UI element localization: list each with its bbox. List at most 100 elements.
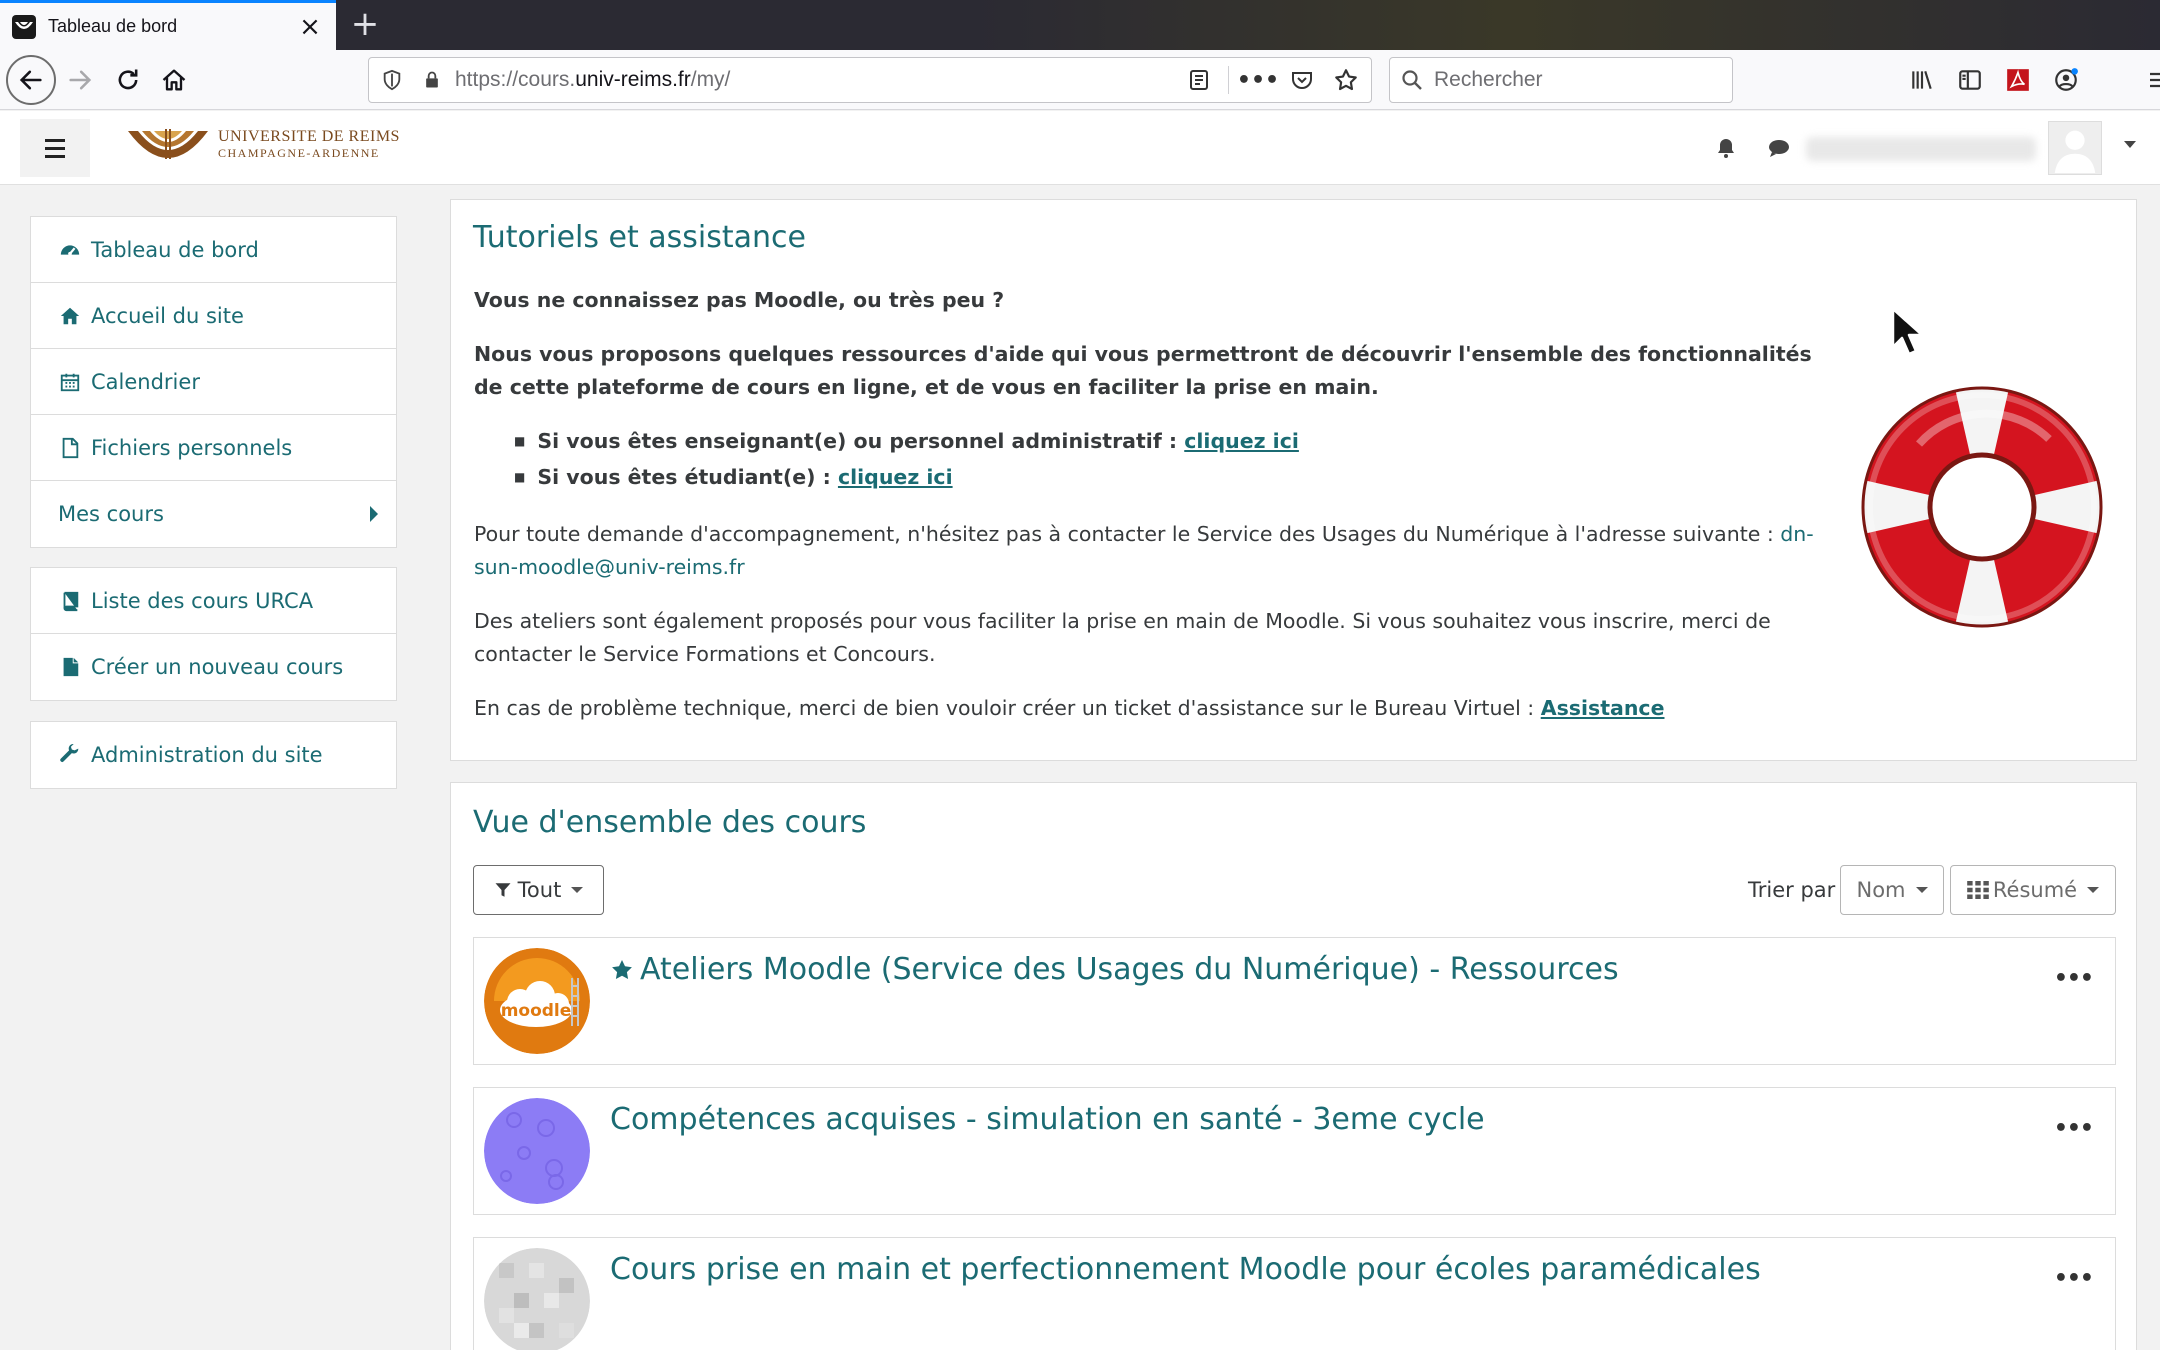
library-icon[interactable] [1900, 56, 1944, 104]
sidebar-item-my-courses[interactable]: Mes cours [31, 481, 396, 547]
course-name-link[interactable]: Cours prise en main et perfectionnement … [610, 1252, 1761, 1287]
user-menu-caret-icon[interactable] [2124, 141, 2136, 148]
forward-button[interactable] [56, 56, 104, 104]
sidebar-item-site-home[interactable]: Accueil du site [31, 283, 396, 349]
page-actions-icon[interactable]: ••• [1237, 65, 1279, 95]
reload-button[interactable] [104, 56, 152, 104]
browser-tab-strip: Tableau de bord × + [0, 0, 2160, 50]
drawer-toggle-button[interactable] [20, 119, 90, 177]
file-icon [57, 435, 83, 461]
sidebar-item-label: Fichiers personnels [91, 435, 293, 460]
course-card[interactable]: Compétences acquises - simulation en san… [473, 1087, 2116, 1215]
nav-group-main: Tableau de bord Accueil du site Calendri… [30, 216, 397, 548]
star-filled-icon [612, 959, 632, 979]
nav-group-courses: Liste des cours URCA Créer un nouveau co… [30, 567, 397, 701]
course-image-moodle[interactable]: moodle [484, 948, 590, 1054]
calendar-icon [57, 369, 83, 395]
pocket-icon[interactable] [1287, 65, 1317, 95]
filter-label: Tout [517, 878, 562, 902]
reader-view-icon[interactable] [1184, 65, 1214, 95]
tutorials-title: Tutoriels et assistance [473, 220, 807, 255]
wrench-icon [57, 742, 83, 768]
arrow-right-icon [69, 70, 92, 90]
sidebar-item-label: Calendrier [91, 369, 200, 394]
support-link[interactable]: Assistance [1541, 696, 1665, 720]
view-mode-dropdown[interactable]: Résumé [1950, 865, 2116, 915]
moodle-navbar: UNIVERSITE DE REIMS CHAMPAGNE-ARDENNE [0, 111, 2160, 185]
sidebar-item-new-course[interactable]: Créer un nouveau cours [31, 634, 396, 700]
back-button[interactable] [6, 55, 56, 105]
course-name: Cours prise en main et perfectionnement … [610, 1252, 1761, 1287]
workshops-paragraph: Des ateliers sont également proposés pou… [474, 609, 1771, 666]
urca-logo[interactable]: UNIVERSITE DE REIMS CHAMPAGNE-ARDENNE [126, 125, 400, 165]
urca-favicon-icon [12, 14, 36, 39]
tracking-shield-icon[interactable] [375, 63, 409, 97]
home-icon [162, 69, 186, 91]
bullet-text: Si vous êtes enseignant(e) ou personnel … [537, 429, 1185, 453]
sort-dropdown[interactable]: Nom [1840, 865, 1944, 915]
reload-icon [118, 69, 138, 90]
user-name-blurred[interactable] [1806, 137, 2036, 161]
lifebuoy-icon [1861, 386, 2103, 628]
nav-drawer: Tableau de bord Accueil du site Calendri… [0, 186, 425, 1350]
sort-by-label: Trier par [1748, 878, 1836, 902]
logo-line2: CHAMPAGNE-ARDENNE [218, 146, 380, 160]
sidebar-item-label: Créer un nouveau cours [91, 655, 344, 679]
sidebar-item-site-admin[interactable]: Administration du site [31, 722, 396, 788]
filter-icon [495, 883, 511, 897]
course-name: Ateliers Moodle (Service des Usages du N… [640, 952, 1619, 987]
sidebar-item-private-files[interactable]: Fichiers personnels [31, 415, 396, 481]
sidebar-item-dashboard[interactable]: Tableau de bord [31, 217, 396, 283]
browser-tab-active[interactable]: Tableau de bord × [0, 0, 336, 50]
sidebar-toggle-icon[interactable] [1948, 56, 1992, 104]
course-image-pixelated[interactable] [484, 1248, 590, 1350]
student-help-link[interactable]: cliquez ici [838, 465, 953, 489]
new-tab-plus-icon[interactable]: + [346, 6, 384, 44]
chevron-down-icon [2087, 887, 2100, 893]
sidebar-item-label: Administration du site [91, 743, 323, 767]
messages-bubble-icon[interactable] [1764, 133, 1794, 163]
course-actions-menu-icon[interactable]: ••• [2054, 1266, 2094, 1291]
notifications-bell-icon[interactable] [1711, 133, 1741, 163]
search-bar[interactable]: Rechercher [1389, 57, 1733, 103]
arrow-left-icon [19, 70, 42, 90]
sort-value: Nom [1856, 878, 1906, 902]
tutorials-content: Vous ne connaissez pas Moodle, ou très p… [474, 284, 1834, 746]
sidebar-item-calendar[interactable]: Calendrier [31, 349, 396, 415]
course-card[interactable]: moodle Ateliers Moodle (Service des Usag… [473, 937, 2116, 1065]
search-placeholder: Rechercher [1434, 68, 1543, 91]
list-item: Si vous êtes étudiant(e) : cliquez ici [514, 461, 1834, 497]
user-avatar[interactable] [2048, 121, 2102, 175]
sidebar-item-label: Liste des cours URCA [91, 588, 314, 613]
account-icon[interactable] [2044, 56, 2088, 104]
sidebar-item-course-list[interactable]: Liste des cours URCA [31, 568, 396, 634]
file-filled-icon [57, 654, 83, 680]
course-name-link[interactable]: Ateliers Moodle (Service des Usages du N… [610, 952, 1619, 987]
tab-close-icon[interactable]: × [296, 12, 324, 42]
course-image-pattern[interactable] [484, 1098, 590, 1204]
url-text[interactable]: https://cours.univ-reims.fr/my/ [455, 68, 1184, 92]
course-actions-menu-icon[interactable]: ••• [2054, 1116, 2094, 1141]
grouping-filter-dropdown[interactable]: Tout [473, 865, 604, 915]
course-overview-block: Vue d'ensemble des cours Tout Trier par … [450, 782, 2137, 1350]
sidebar-item-label: Accueil du site [91, 303, 244, 328]
tutorials-block: Tutoriels et assistance Vous ne connaiss… [450, 199, 2137, 761]
search-icon [1402, 70, 1422, 90]
caret-right-icon [370, 506, 378, 522]
browser-toolbar: https://cours.univ-reims.fr/my/ ••• Rech… [0, 50, 2160, 110]
course-actions-menu-icon[interactable]: ••• [2054, 966, 2094, 991]
tutorials-lead: Nous vous proposons quelques ressources … [474, 342, 1812, 399]
support-text: En cas de problème technique, merci de b… [474, 696, 1541, 720]
tab-title: Tableau de bord [48, 16, 178, 36]
home-button[interactable] [150, 56, 198, 104]
teacher-help-link[interactable]: cliquez ici [1184, 429, 1299, 453]
lock-icon[interactable] [415, 63, 449, 97]
course-overview-title: Vue d'ensemble des cours [473, 805, 867, 840]
course-name-link[interactable]: Compétences acquises - simulation en san… [610, 1102, 1485, 1137]
browser-menu-icon[interactable] [2136, 56, 2160, 104]
course-card[interactable]: Cours prise en main et perfectionnement … [473, 1237, 2116, 1350]
bookmark-star-icon[interactable] [1331, 65, 1361, 95]
url-bar[interactable]: https://cours.univ-reims.fr/my/ ••• [368, 57, 1372, 103]
tutorials-intro: Vous ne connaissez pas Moodle, ou très p… [474, 288, 1005, 312]
pdf-extension-icon[interactable] [1996, 56, 2040, 104]
